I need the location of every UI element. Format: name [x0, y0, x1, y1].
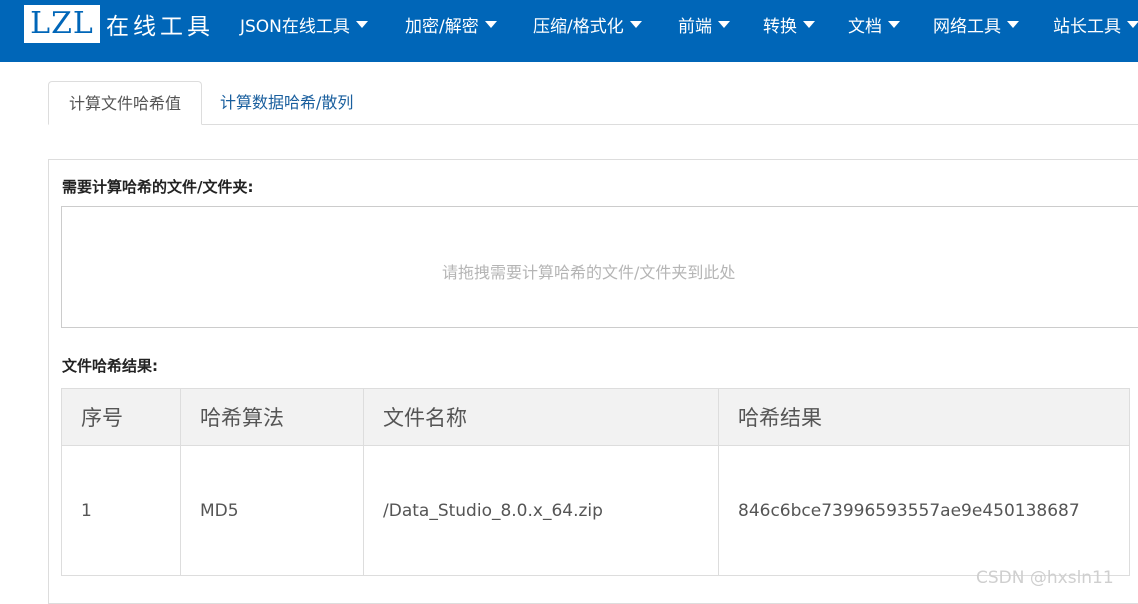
nav-docs[interactable]: 文档 [848, 0, 900, 48]
nav-label: 前端 [678, 16, 712, 37]
caret-down-icon [484, 20, 497, 28]
caret-down-icon [803, 20, 815, 28]
nav-convert[interactable]: 转换 [763, 0, 815, 48]
nav-label: JSON在线工具 [240, 16, 350, 37]
tab-data-hash[interactable]: 计算数据哈希/散列 [220, 81, 353, 125]
nav-label: 压缩/格式化 [533, 16, 624, 37]
nav-json-tools[interactable]: JSON在线工具 [240, 0, 368, 48]
tab-file-hash[interactable]: 计算文件哈希值 [48, 81, 202, 125]
caret-down-icon [355, 20, 368, 28]
caret-down-icon [629, 20, 642, 28]
csdn-watermark: CSDN @hxsln11 [976, 568, 1114, 588]
caret-down-icon [1007, 20, 1019, 28]
nav-label: 站长工具 [1053, 16, 1121, 37]
file-dropzone[interactable]: 请拖拽需要计算哈希的文件/文件夹到此处 [61, 206, 1138, 328]
nav-webmaster[interactable]: 站长工具 [1053, 0, 1138, 48]
column-header-algorithm: 哈希算法 [180, 388, 364, 446]
caret-down-icon [1127, 20, 1138, 28]
nav-label: 加密/解密 [405, 16, 479, 37]
logo-mark: LZL [24, 5, 100, 43]
cell-index: 1 [61, 445, 181, 576]
nav-label: 转换 [763, 16, 797, 37]
column-header-filename: 文件名称 [363, 388, 719, 446]
cell-filename: /Data_Studio_8.0.x_64.zip [363, 445, 719, 576]
table-row: 1 MD5 /Data_Studio_8.0.x_64.zip 846c6bce… [61, 445, 1130, 576]
caret-down-icon [888, 20, 900, 28]
nav-compress[interactable]: 压缩/格式化 [533, 0, 642, 48]
nav-network[interactable]: 网络工具 [933, 0, 1019, 48]
upload-label: 需要计算哈希的文件/文件夹: [62, 178, 254, 196]
nav-label: 网络工具 [933, 16, 1001, 37]
logo-text: 在线工具 [106, 14, 214, 40]
dropzone-hint: 请拖拽需要计算哈希的文件/文件夹到此处 [442, 263, 736, 282]
site-logo[interactable]: LZL 在线工具 [24, 5, 214, 43]
table-header-row: 序号 哈希算法 文件名称 哈希结果 [61, 388, 1130, 446]
nav-frontend[interactable]: 前端 [678, 0, 730, 48]
cell-hash[interactable]: 846c6bce73996593557ae9e450138687 [718, 445, 1130, 576]
column-header-index: 序号 [61, 388, 181, 446]
cell-algorithm: MD5 [180, 445, 364, 576]
results-table: 序号 哈希算法 文件名称 哈希结果 1 MD5 /Data_Studio_8.0… [61, 388, 1130, 576]
column-header-hash: 哈希结果 [718, 388, 1130, 446]
nav-encrypt[interactable]: 加密/解密 [405, 0, 497, 48]
results-label: 文件哈希结果: [62, 357, 158, 375]
tab-divider [48, 124, 1138, 125]
top-navbar: LZL 在线工具 JSON在线工具 加密/解密 压缩/格式化 前端 转换 文档 … [0, 0, 1138, 62]
nav-label: 文档 [848, 16, 882, 37]
caret-down-icon [718, 20, 730, 28]
